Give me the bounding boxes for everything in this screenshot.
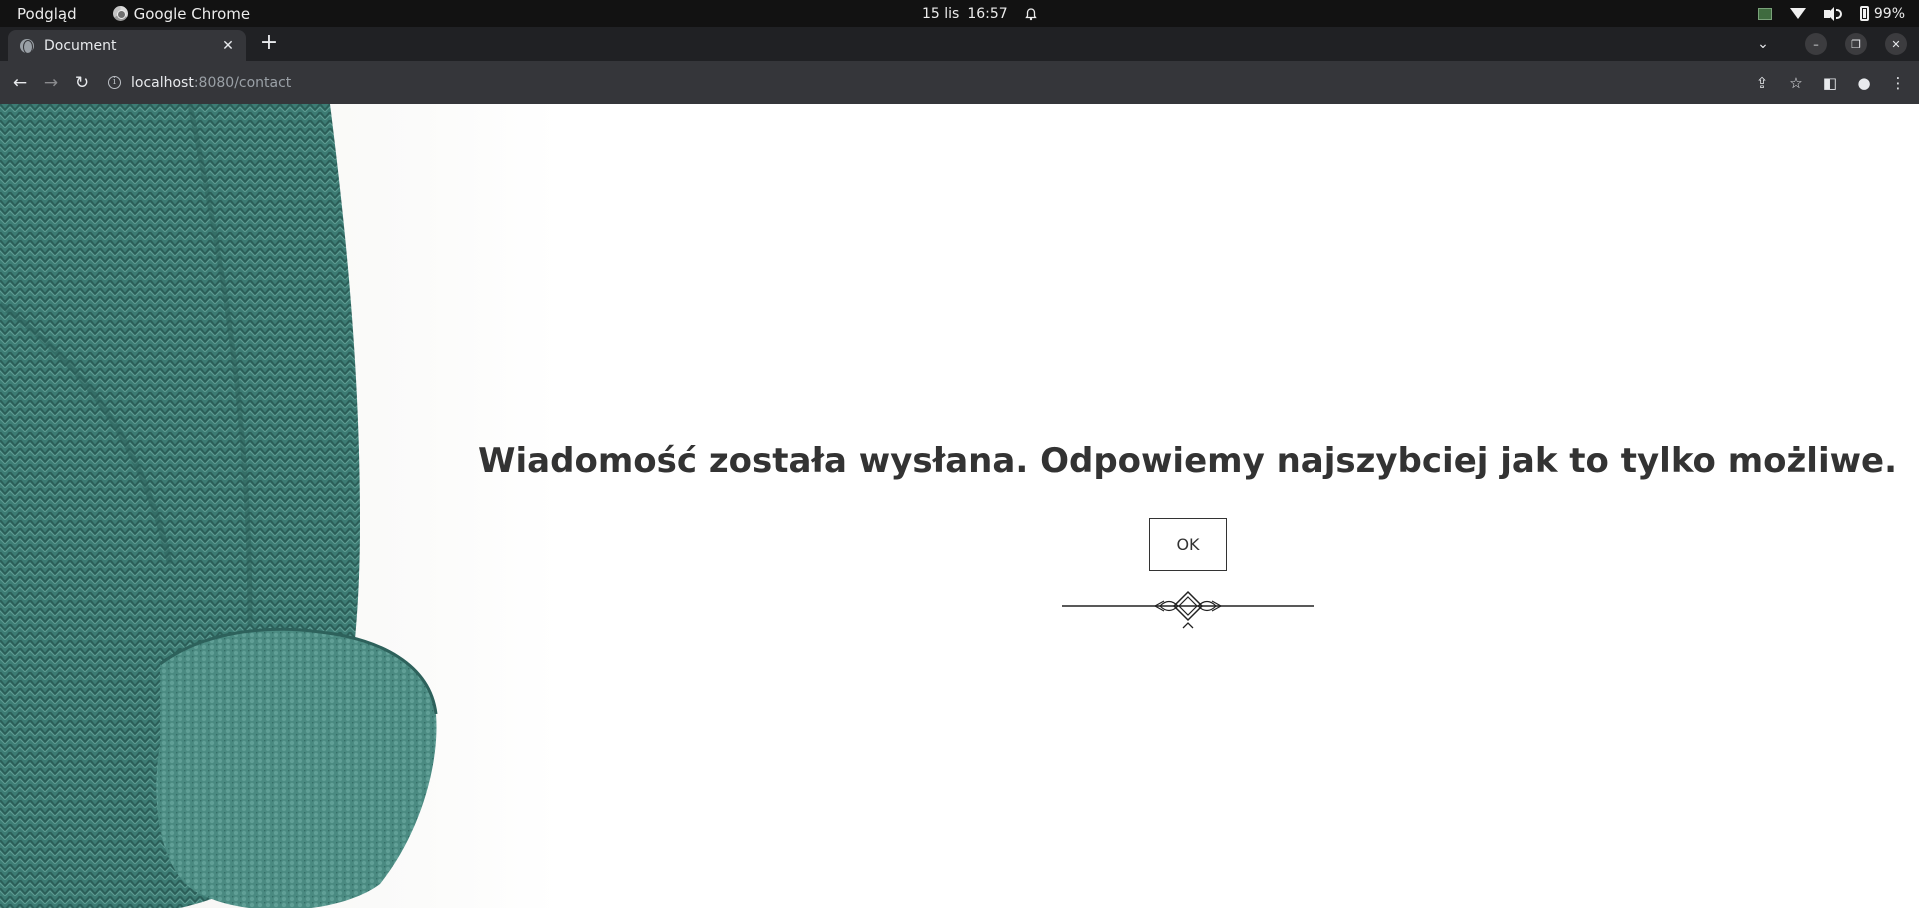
time-label: 16:57 — [967, 5, 1008, 22]
back-icon[interactable]: ← — [10, 73, 30, 93]
alarm-icon — [1024, 7, 1037, 20]
side-panel-icon[interactable]: ◧ — [1821, 74, 1839, 92]
address-host: localhost — [131, 74, 194, 91]
profile-icon[interactable]: ● — [1855, 74, 1873, 92]
chrome-logo-icon — [112, 6, 128, 21]
decorative-divider-icon — [1062, 590, 1314, 629]
bookmark-star-icon[interactable]: ☆ — [1787, 74, 1805, 92]
minimize-icon[interactable]: – — [1805, 33, 1827, 55]
date-label: 15 lis — [922, 5, 960, 22]
tray-image-icon[interactable] — [1757, 7, 1772, 20]
new-tab-button[interactable]: + — [258, 32, 280, 54]
ok-button[interactable]: OK — [1149, 518, 1227, 571]
browser-toolbar: ← → ↻ i localhost :8080/contact ⇪ ☆ ◧ ● … — [0, 61, 1919, 104]
sweater-image — [0, 104, 560, 908]
wifi-icon[interactable] — [1789, 8, 1806, 19]
tab-search-icon[interactable]: ⌄ — [1753, 36, 1773, 52]
battery-indicator[interactable]: 99% — [1859, 5, 1905, 22]
menu-icon[interactable]: ⋮ — [1889, 74, 1907, 92]
app-name: Google Chrome — [133, 4, 251, 23]
tab-title: Document — [44, 37, 117, 54]
tab-strip: Document ✕ + ⌄ – ❐ ✕ — [0, 27, 1919, 61]
battery-icon — [1859, 6, 1869, 21]
reload-icon[interactable]: ↻ — [72, 73, 92, 93]
site-info-icon[interactable]: i — [108, 76, 121, 89]
share-icon[interactable]: ⇪ — [1753, 74, 1771, 92]
app-menu[interactable]: Google Chrome — [112, 4, 251, 23]
system-top-bar: Podgląd Google Chrome 15 lis 16:57 99% — [0, 0, 1919, 27]
address-bar[interactable]: i localhost :8080/contact — [108, 68, 1748, 98]
address-path: :8080/contact — [193, 74, 292, 91]
activities-label[interactable]: Podgląd — [17, 5, 77, 23]
confirmation-message: Wiadomość została wysłana. Odpowiemy naj… — [478, 441, 1897, 481]
restore-icon[interactable]: ❐ — [1845, 33, 1867, 55]
tab-document[interactable]: Document ✕ — [8, 30, 246, 61]
page-content: Wiadomość została wysłana. Odpowiemy naj… — [0, 104, 1919, 908]
close-icon[interactable]: ✕ — [1885, 33, 1907, 55]
battery-percent: 99% — [1873, 5, 1905, 22]
globe-icon — [20, 38, 34, 54]
clock[interactable]: 15 lis 16:57 — [922, 0, 1038, 27]
forward-icon[interactable]: → — [41, 73, 61, 93]
tab-close-icon[interactable]: ✕ — [220, 38, 236, 54]
volume-icon[interactable] — [1823, 6, 1842, 21]
